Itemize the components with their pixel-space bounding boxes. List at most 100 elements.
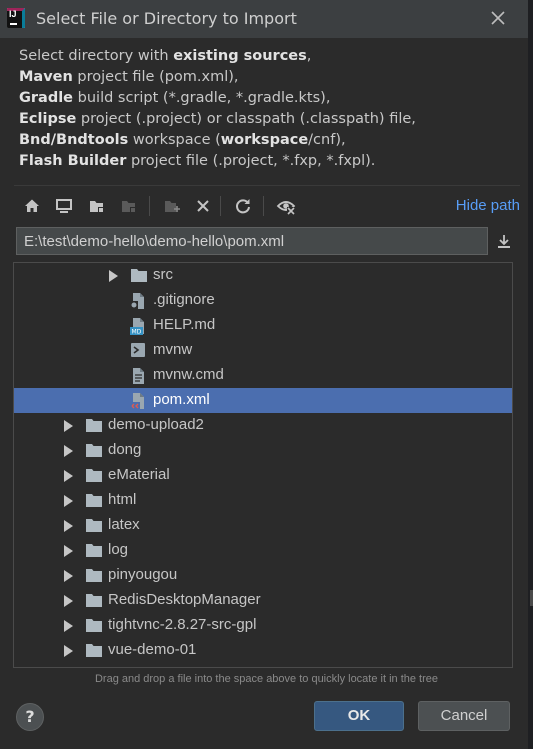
description-bold-text: Flash Builder xyxy=(19,153,127,169)
folder-icon xyxy=(130,267,148,284)
folder-icon xyxy=(85,642,103,659)
tree-row[interactable]: tightvnc-2.8.27-src-gpl xyxy=(14,613,512,638)
drag-drop-hint: Drag and drop a file into the space abov… xyxy=(94,673,439,685)
tree-row[interactable]: MD HELP.md xyxy=(14,313,512,338)
description-text: /cnf), xyxy=(308,132,346,148)
expand-arrow-icon[interactable] xyxy=(64,470,73,482)
tree-row[interactable]: log xyxy=(14,538,512,563)
hide-path-link[interactable]: Hide path xyxy=(456,197,520,214)
expand-arrow-icon[interactable] xyxy=(64,570,73,582)
tree-row[interactable] xyxy=(14,663,512,668)
file-chooser-toolbar: Hide path xyxy=(14,190,520,222)
tree-row[interactable]: pinyougou xyxy=(14,563,512,588)
tree-row[interactable]: eMaterial xyxy=(14,463,512,488)
tree-row[interactable]: mvnw.cmd xyxy=(14,363,512,388)
new-folder-icon xyxy=(159,193,185,219)
toolbar-separator xyxy=(220,196,221,216)
folder-icon xyxy=(85,667,103,668)
folder-icon xyxy=(85,442,103,459)
description-line: Flash Builder project file (.project, *.… xyxy=(19,151,519,172)
description-bold-text: Gradle xyxy=(19,90,74,106)
tree-row-label: eMaterial xyxy=(108,466,170,483)
tree-row[interactable]: latex xyxy=(14,513,512,538)
tree-row[interactable]: pom.xml xyxy=(14,388,512,413)
background-edge xyxy=(528,0,533,749)
description-text: Select directory with xyxy=(19,48,174,64)
home-icon[interactable] xyxy=(19,193,45,219)
tree-row-label: mvnw.cmd xyxy=(153,366,224,383)
module-folder-icon xyxy=(116,193,142,219)
description-text: project file (.project, *.fxp, *.fxpl). xyxy=(126,153,376,169)
folder-icon xyxy=(85,567,103,584)
tree-row[interactable]: html xyxy=(14,488,512,513)
description-line: Maven project file (pom.xml), xyxy=(19,67,519,88)
description-text: project (.project) or classpath (.classp… xyxy=(76,111,416,127)
intellij-app-icon: IJ xyxy=(7,8,25,28)
toolbar-separator xyxy=(149,196,150,216)
download-icon[interactable] xyxy=(492,227,516,255)
delete-icon[interactable] xyxy=(190,193,216,219)
expand-arrow-icon[interactable] xyxy=(64,620,73,632)
description-bold-text: Maven xyxy=(19,69,73,85)
markdown-file-icon: MD xyxy=(130,317,148,336)
tree-row[interactable]: mvnw xyxy=(14,338,512,363)
expand-arrow-icon[interactable] xyxy=(64,645,73,657)
tree-row-label: html xyxy=(108,491,137,508)
tree-row-label: latex xyxy=(108,516,140,533)
description-text: project file (pom.xml), xyxy=(72,69,239,85)
tree-row[interactable]: .gitignore xyxy=(14,288,512,313)
expand-arrow-icon[interactable] xyxy=(64,520,73,532)
path-input[interactable]: E:\test\demo-hello\demo-hello\pom.xml xyxy=(16,227,488,255)
expand-arrow-icon[interactable] xyxy=(64,545,73,557)
folder-icon xyxy=(85,542,103,559)
folder-icon xyxy=(85,592,103,609)
project-folder-icon[interactable] xyxy=(84,193,110,219)
shell-script-icon xyxy=(130,342,148,359)
expand-arrow-icon[interactable] xyxy=(64,495,73,507)
tree-row[interactable]: src xyxy=(14,263,512,288)
tree-row-label: vue-demo-01 xyxy=(108,641,197,658)
description-text: , xyxy=(306,48,312,64)
dialog-title: Select File or Directory to Import xyxy=(36,9,297,28)
folder-icon xyxy=(85,517,103,534)
expand-arrow-icon[interactable] xyxy=(109,270,118,282)
show-hidden-files-icon[interactable] xyxy=(273,193,299,219)
help-button[interactable]: ? xyxy=(16,703,44,731)
description-bold-text: existing sources xyxy=(173,48,307,64)
toolbar-separator xyxy=(263,196,264,216)
ok-button[interactable]: OK xyxy=(314,701,404,731)
desktop-icon[interactable] xyxy=(51,193,77,219)
description-text: workspace ( xyxy=(128,132,221,148)
refresh-icon[interactable] xyxy=(230,193,256,219)
folder-icon xyxy=(85,467,103,484)
folder-icon xyxy=(85,492,103,509)
file-tree[interactable]: src .gitignore MD HELP.md mvnw mvnw.cmd pom.xm… xyxy=(13,262,513,668)
expand-arrow-icon[interactable] xyxy=(64,420,73,432)
cancel-button[interactable]: Cancel xyxy=(418,701,510,731)
divider xyxy=(14,185,520,186)
tree-row-label: RedisDesktopManager xyxy=(108,591,261,608)
tree-row[interactable]: RedisDesktopManager xyxy=(14,588,512,613)
expand-arrow-icon[interactable] xyxy=(64,595,73,607)
description-bold-text: Eclipse xyxy=(19,111,77,127)
description-line: Select directory with existing sources, xyxy=(19,46,519,67)
tree-row-label: tightvnc-2.8.27-src-gpl xyxy=(108,616,257,633)
tree-row-label: src xyxy=(153,266,173,283)
expand-arrow-icon[interactable] xyxy=(64,445,73,457)
description-line: Bnd/Bndtools workspace (workspace/cnf), xyxy=(19,130,519,151)
gitignore-file-icon xyxy=(130,292,148,309)
app-icon-text: IJ xyxy=(9,9,17,19)
tree-row[interactable]: dong xyxy=(14,438,512,463)
close-icon[interactable] xyxy=(488,8,508,28)
tree-row[interactable]: vue-demo-01 xyxy=(14,638,512,663)
maven-pom-icon xyxy=(130,392,148,410)
description-line: Eclipse project (.project) or classpath … xyxy=(19,109,519,130)
tree-row-label: pom.xml xyxy=(153,391,210,408)
tree-row-label: mvnw xyxy=(153,341,193,358)
folder-icon xyxy=(85,617,103,634)
tree-row-label: demo-upload2 xyxy=(108,416,204,433)
tree-row[interactable]: demo-upload2 xyxy=(14,413,512,438)
description-bold-text: Bnd/Bndtools xyxy=(19,132,129,148)
text-file-icon xyxy=(130,367,148,384)
title-bar: IJ Select File or Directory to Import xyxy=(0,0,533,38)
